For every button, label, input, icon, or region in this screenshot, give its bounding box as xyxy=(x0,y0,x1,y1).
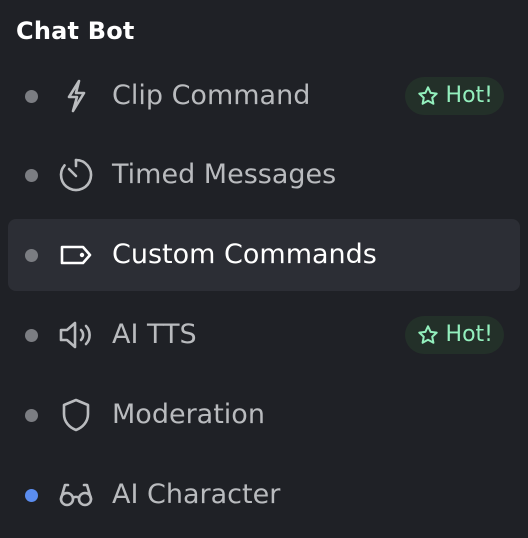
status-dot xyxy=(25,489,38,502)
star-icon xyxy=(417,86,438,105)
glasses-icon xyxy=(56,475,96,515)
hot-badge-label: Hot! xyxy=(445,83,493,108)
nav-item-label: AI TTS xyxy=(112,319,197,350)
chat-bot-nav-panel: Chat Bot Clip Command Hot! Timed Message… xyxy=(0,0,528,538)
status-dot xyxy=(25,249,38,262)
nav-item-label: Custom Commands xyxy=(112,239,377,270)
status-dot xyxy=(25,409,38,422)
hot-badge: Hot! xyxy=(404,77,504,115)
tag-icon xyxy=(56,235,96,275)
nav-item-timed-messages[interactable]: Timed Messages xyxy=(8,139,520,211)
star-icon xyxy=(417,325,438,344)
nav-item-label: Clip Command xyxy=(112,80,311,111)
status-dot xyxy=(25,90,38,103)
status-dot xyxy=(25,169,38,182)
nav-item-ai-tts[interactable]: AI TTS Hot! xyxy=(8,299,520,371)
status-dot xyxy=(25,329,38,342)
nav-item-label: Moderation xyxy=(112,399,265,430)
nav-item-label: Timed Messages xyxy=(112,159,337,190)
section-title: Chat Bot xyxy=(16,17,135,45)
speaker-icon xyxy=(56,315,96,355)
lightning-icon xyxy=(56,76,96,116)
nav-item-clip-command[interactable]: Clip Command Hot! xyxy=(8,60,520,132)
nav-item-label: AI Character xyxy=(112,479,281,510)
nav-item-ai-character[interactable]: AI Character xyxy=(8,459,520,531)
hot-badge: Hot! xyxy=(404,316,504,354)
nav-item-moderation[interactable]: Moderation xyxy=(8,379,520,451)
nav-item-custom-commands[interactable]: Custom Commands xyxy=(8,219,520,291)
hot-badge-label: Hot! xyxy=(445,322,493,347)
timer-icon xyxy=(56,155,96,195)
shield-icon xyxy=(56,395,96,435)
